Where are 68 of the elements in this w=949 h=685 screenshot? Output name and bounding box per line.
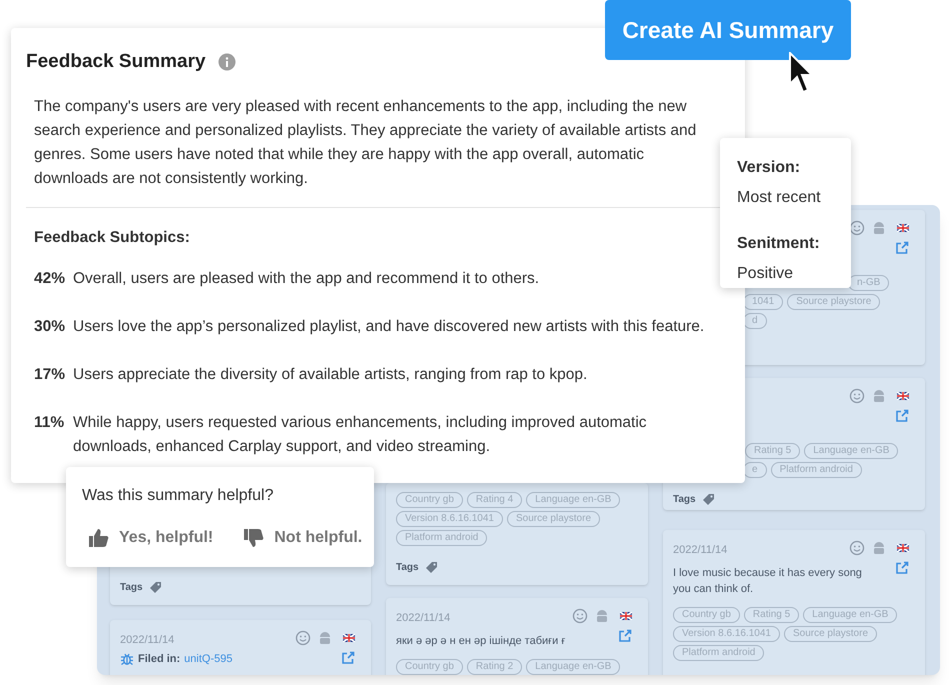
external-link-icon[interactable] xyxy=(895,409,909,423)
tags-label: Tags xyxy=(673,493,696,507)
feedback-text: яки ә әр ә н ен әр ішінде табиғи ғ xyxy=(396,634,566,649)
tag-chip: Version 8.6.16.1041 xyxy=(673,626,780,642)
feedback-date: 2022/11/14 xyxy=(120,633,174,648)
helpful-button[interactable]: Yes, helpful! xyxy=(88,526,214,550)
tag-chip: Country gb xyxy=(396,659,463,675)
smiley-face-icon xyxy=(572,608,588,624)
tag-chip: Version 8.6.16.1041 xyxy=(396,511,503,527)
summary-text: The company's users are very pleased with recent enhancements to the app, including the new search experience and personalized playlists. They appreciate the variety of available artists and genres. Some users have noted that while they are happy with the app overall, automatic downloads are not consistently working. xyxy=(34,96,698,188)
tags-label: Tags xyxy=(396,561,419,575)
external-link-icon[interactable] xyxy=(895,561,909,575)
external-link-icon[interactable] xyxy=(895,241,909,255)
tooltip-value: Positive xyxy=(737,264,794,284)
tags-label: Tags xyxy=(120,581,143,595)
uk-flag-icon xyxy=(897,224,909,232)
tag-chip: Platform android xyxy=(396,530,488,546)
tag-chip: Language en-GB xyxy=(526,659,620,675)
tooltip-label: Version: xyxy=(737,158,802,178)
tag-icon xyxy=(148,581,162,594)
smiley-face-icon xyxy=(295,630,311,646)
tag-chip: Source playstore xyxy=(506,511,600,527)
tag-chip: Language en-GB xyxy=(804,443,898,459)
smiley-face-icon xyxy=(849,540,865,556)
tag-chip: Rating 4 xyxy=(466,492,522,508)
external-link-icon[interactable] xyxy=(341,651,355,665)
feedback-text: I love music because it has every song you can think of. xyxy=(673,566,863,597)
tag-chip: Country gb xyxy=(673,607,740,623)
subtopic-text: Users appreciate the diversity of available artists, ranging from rap to kpop. xyxy=(73,364,588,385)
smiley-face-icon xyxy=(849,388,865,404)
info-icon[interactable] xyxy=(218,53,236,72)
smiley-face-icon xyxy=(849,220,865,236)
subtopic-text: Users love the app’s personalized playlist, and have discovered new artists with this feature. xyxy=(73,316,706,337)
subtopic-percent: 11% xyxy=(34,412,66,433)
tooltip-value: Most recent xyxy=(737,188,822,208)
tag-icon xyxy=(424,561,438,574)
tag-chip: Platform android xyxy=(770,462,862,478)
tag-chip: Platform android xyxy=(673,645,764,661)
tag-chip: Language en-GB xyxy=(526,492,620,508)
subtopic-percent: 30% xyxy=(34,316,66,337)
tag-chip: Rating 2 xyxy=(466,659,522,675)
bug-icon xyxy=(120,652,134,666)
filed-in-label: Filed in: xyxy=(138,652,180,667)
tag-chip: Source playstore xyxy=(787,294,880,310)
thumbs-up-icon xyxy=(88,528,109,548)
tag-chip: Language en-GB xyxy=(803,607,898,623)
tag-chip: Country gb xyxy=(396,492,463,508)
create-summary-button[interactable]: Create AI Summary xyxy=(605,0,851,60)
subtopic-percent: 17% xyxy=(34,364,66,385)
feedback-question: Was this summary helpful? xyxy=(82,486,274,506)
tag-icon xyxy=(702,493,715,506)
subtopic-text: Overall, users are pleased with the app and recommend it to others. xyxy=(73,268,540,289)
uk-flag-icon xyxy=(897,392,909,400)
tag-chip: Rating 5 xyxy=(744,607,800,623)
subtopic-percent: 42% xyxy=(34,268,66,289)
summary-title: Feedback Summary xyxy=(26,50,206,74)
issue-link[interactable]: unitQ-595 xyxy=(184,651,232,668)
uk-flag-icon xyxy=(620,612,632,620)
tag-chip: Source playstore xyxy=(784,626,878,642)
uk-flag-icon xyxy=(343,634,355,642)
feedback-date: 2022/11/14 xyxy=(396,611,450,626)
uk-flag-icon xyxy=(897,544,909,552)
thumbs-down-icon xyxy=(243,528,264,548)
external-link-icon[interactable] xyxy=(618,629,632,643)
subtopic-text: While happy, users requested various enhancements, including improved automatic downloads, enhanced Carplay support, and video streaming. xyxy=(73,412,648,457)
feedback-date: 2022/11/14 xyxy=(673,543,728,558)
not-helpful-button[interactable]: Not helpful. xyxy=(243,526,362,550)
tooltip-label: Senitment: xyxy=(737,234,821,254)
